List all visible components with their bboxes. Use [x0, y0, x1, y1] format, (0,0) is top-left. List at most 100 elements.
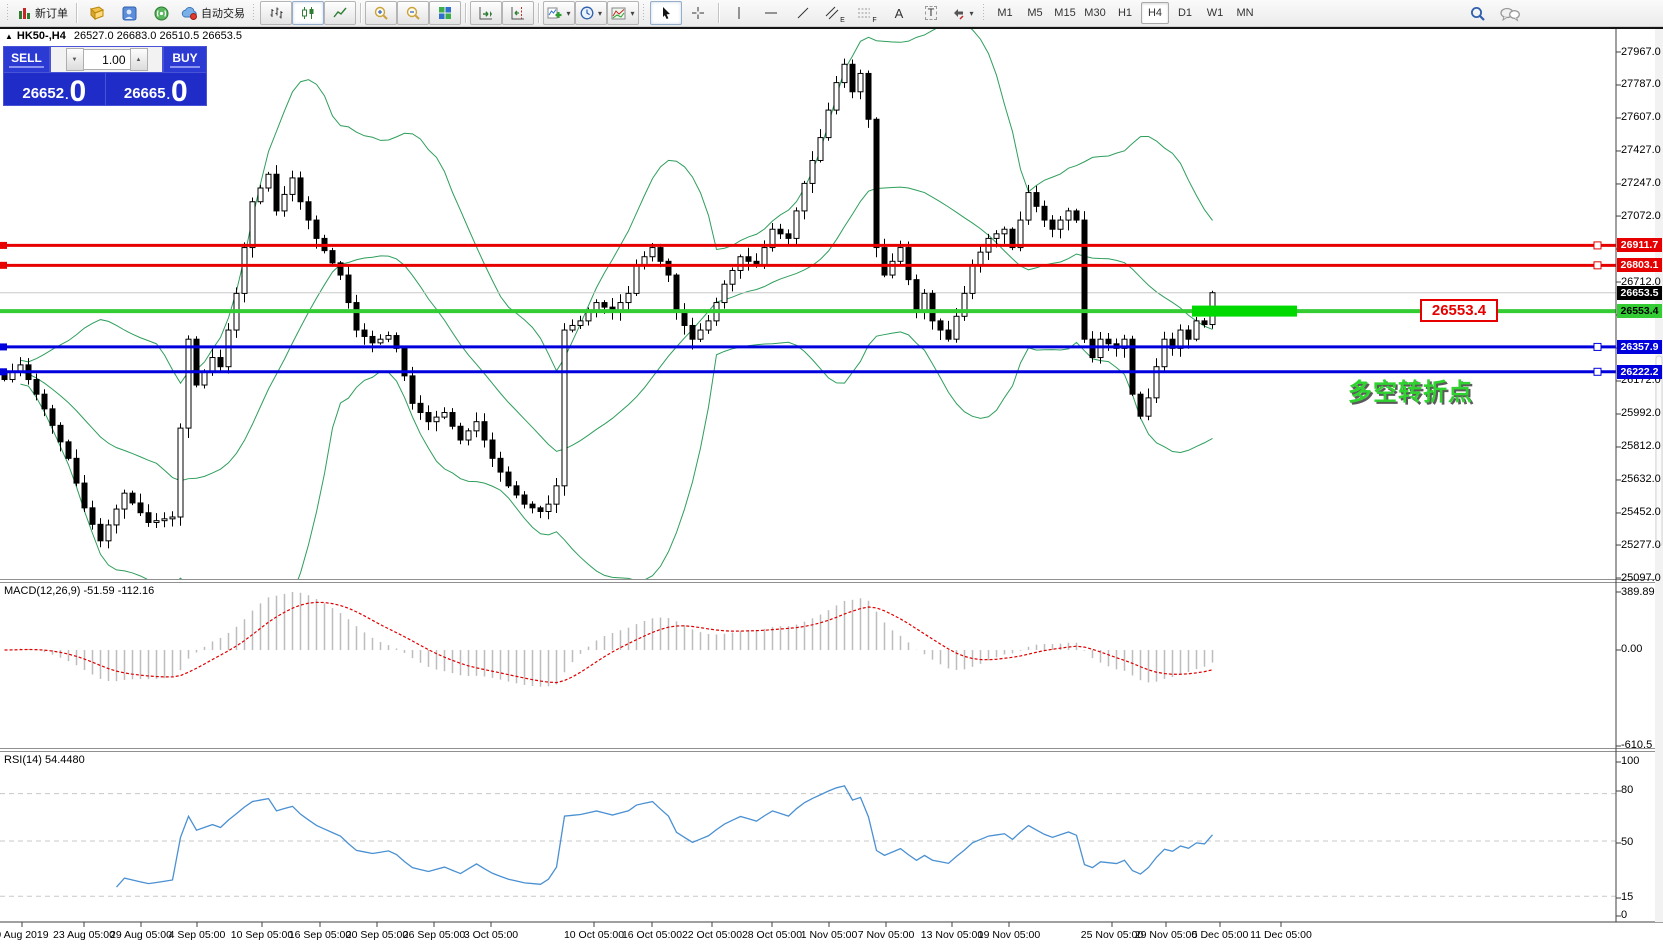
text-tool-glyph: A	[895, 6, 904, 21]
fibonacci-button[interactable]: F	[851, 1, 883, 25]
channel-button[interactable]: E	[819, 1, 851, 25]
market-watch-button[interactable]	[81, 1, 113, 25]
bar-chart-button[interactable]	[260, 1, 292, 25]
timeframe-button-M1[interactable]: M1	[991, 2, 1019, 24]
dropdown-caret-icon: ▾	[566, 9, 570, 18]
tile-windows-button[interactable]	[429, 1, 461, 25]
volume-increase-button[interactable]: ▲	[130, 48, 148, 71]
auto-scroll-button[interactable]	[470, 1, 502, 25]
chart-shift-icon	[511, 6, 525, 20]
toolbar-grip	[982, 4, 987, 22]
chat-button[interactable]	[1494, 2, 1526, 26]
timeframe-group: M1M5M15M30H1H4D1W1MN	[990, 2, 1260, 24]
signal-antenna-icon	[154, 6, 169, 21]
cloud-icon	[181, 6, 198, 20]
template-icon	[611, 7, 626, 20]
signals-button[interactable]	[145, 1, 177, 25]
trendline-button[interactable]	[787, 1, 819, 25]
chart-canvas[interactable]	[0, 0, 1663, 946]
arrows-button[interactable]: ▾	[947, 1, 979, 25]
templates-button[interactable]: ▾	[607, 1, 639, 25]
rsi-line	[117, 786, 1213, 887]
new-order-label: 新订单	[35, 5, 68, 21]
vertical-line-button[interactable]	[723, 1, 755, 25]
timeframe-button-H1[interactable]: H1	[1111, 2, 1139, 24]
bar-chart-icon	[269, 6, 283, 20]
vertical-line-icon	[734, 6, 744, 20]
timeframe-button-M15[interactable]: M15	[1051, 2, 1079, 24]
auto-trading-label: 自动交易	[201, 5, 245, 21]
buy-price-point: .	[167, 85, 170, 105]
indicators-button[interactable]: ▾	[543, 1, 575, 25]
sell-price-main: 26652	[22, 83, 64, 105]
auto-scroll-icon	[479, 6, 493, 20]
sell-price[interactable]: 26652.0	[4, 73, 106, 106]
volume-input[interactable]: 1.00	[84, 49, 130, 70]
text-label-button[interactable]: T	[915, 1, 947, 25]
line-chart-icon	[333, 6, 347, 20]
dropdown-caret-icon: ▾	[598, 9, 602, 18]
zoom-out-button[interactable]	[397, 1, 429, 25]
timeframe-button-W1[interactable]: W1	[1201, 2, 1229, 24]
text-button[interactable]: A	[883, 1, 915, 25]
zoom-in-icon	[374, 6, 389, 21]
periods-button[interactable]: ▾	[575, 1, 607, 25]
sell-price-point: .	[65, 85, 68, 105]
scrollbar-thumb[interactable]	[1656, 356, 1662, 546]
fibonacci-glyph: F	[872, 17, 876, 24]
chart-chrome	[0, 29, 1663, 927]
price-annotation-box[interactable]: 26553.4	[1420, 299, 1498, 322]
horizontal-line-button[interactable]	[755, 1, 787, 25]
bollinger-bands	[21, 21, 1213, 630]
timeframe-button-D1[interactable]: D1	[1171, 2, 1199, 24]
new-order-icon	[18, 7, 32, 20]
line-chart-button[interactable]	[324, 1, 356, 25]
macd-signal-line	[5, 602, 1213, 682]
toolbar-separator	[718, 3, 719, 23]
zoom-in-button[interactable]	[365, 1, 397, 25]
buy-price[interactable]: 26665.0	[106, 73, 207, 106]
data-window-button[interactable]	[113, 1, 145, 25]
search-icon	[1470, 6, 1486, 22]
search-button[interactable]	[1462, 2, 1494, 26]
toolbar: 新订单 自动交易	[0, 0, 1663, 27]
profile-card-icon	[122, 6, 137, 21]
crosshair-button[interactable]	[682, 1, 714, 25]
new-order-button[interactable]: 新订单	[14, 1, 72, 25]
toolbar-separator	[360, 3, 361, 23]
buy-button[interactable]: BUY	[163, 47, 206, 72]
candlestick-chart-button[interactable]	[292, 1, 324, 25]
horizontal-line-icon	[764, 8, 778, 18]
timeframe-button-M5[interactable]: M5	[1021, 2, 1049, 24]
crosshair-icon	[691, 6, 705, 20]
toolbar-grip	[252, 4, 257, 22]
one-click-trading-panel: SELL ▼ 1.00 ▲ BUY 26652.0 26665.0	[3, 46, 207, 106]
cursor-button[interactable]	[650, 1, 682, 25]
toolbar-grip	[642, 4, 647, 22]
macd-histogram	[5, 592, 1213, 687]
toolbar-right-group	[1462, 2, 1526, 26]
zoom-out-icon	[406, 6, 421, 21]
chart-window-border	[0, 27, 1663, 29]
clock-icon	[580, 6, 594, 20]
timeframe-button-H4[interactable]: H4	[1141, 2, 1169, 24]
sell-price-fraction: 0	[69, 79, 86, 105]
spin-up-icon: ▲	[136, 57, 142, 63]
timeframe-button-M30[interactable]: M30	[1081, 2, 1109, 24]
add-indicator-icon	[547, 6, 562, 20]
toolbar-separator	[538, 3, 539, 23]
auto-trading-button[interactable]: 自动交易	[177, 1, 249, 25]
dropdown-caret-icon: ▾	[969, 9, 973, 18]
volume-decrease-button[interactable]: ▼	[66, 48, 84, 71]
toolbar-grip	[6, 4, 11, 22]
dropdown-caret-icon: ▾	[630, 9, 634, 18]
sell-button[interactable]: SELL	[4, 47, 50, 72]
chat-bubbles-icon	[1500, 7, 1520, 22]
toolbar-separator	[76, 3, 77, 23]
trendline-icon	[796, 6, 810, 20]
toolbar-separator	[465, 3, 466, 23]
highlight-zone-rect[interactable]	[1192, 306, 1297, 317]
timeframe-button-MN[interactable]: MN	[1231, 2, 1259, 24]
turning-point-annotation[interactable]: 多空转折点	[1348, 372, 1473, 407]
chart-shift-button[interactable]	[502, 1, 534, 25]
